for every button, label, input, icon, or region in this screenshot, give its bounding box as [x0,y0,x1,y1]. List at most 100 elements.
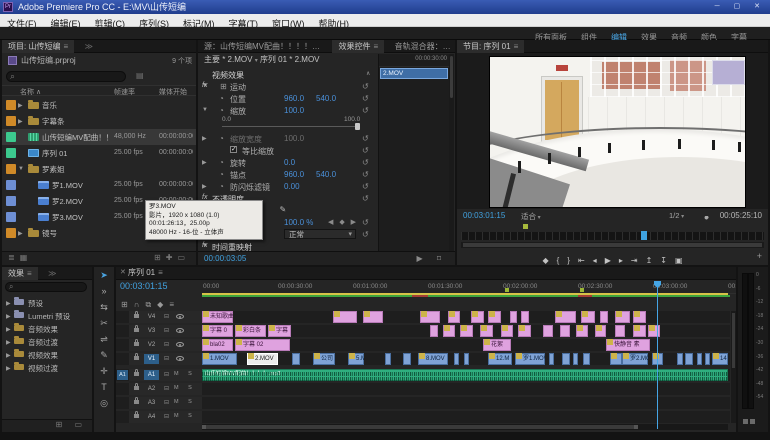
reset-icon[interactable] [362,146,369,155]
source-patch-column[interactable] [116,325,129,337]
eye-icon[interactable] [176,356,184,361]
video-clip[interactable] [583,353,590,365]
video-clip[interactable] [615,325,625,337]
program-playhead[interactable] [641,231,647,240]
video-clip[interactable] [510,311,517,323]
track-lane-A3[interactable] [202,397,730,409]
settings-wrench-icon[interactable] [703,211,711,229]
video-clip[interactable] [555,311,576,323]
video-clip[interactable]: bla02 [202,339,233,351]
effects-category[interactable]: ▶音频效果 [2,322,92,335]
video-clip[interactable] [600,311,608,323]
track-select-tool[interactable]: » [94,283,114,299]
twirl-icon[interactable]: ▶ [6,326,11,333]
source-patch-column[interactable] [116,383,129,395]
source-patch-column[interactable] [116,411,129,423]
effects-footer-icons[interactable]: ⊞ ▭ [56,420,87,429]
video-clip[interactable] [480,325,493,337]
property-value[interactable]: 960.0 [284,94,304,103]
video-clip[interactable] [521,311,529,323]
video-clip[interactable] [615,311,630,323]
track-lane-V2[interactable]: bla02字幕 02花絮快静音 素 [202,339,730,351]
reset-icon[interactable] [362,194,369,203]
step-forward-icon[interactable]: ▸ [619,254,623,265]
snap-icon[interactable]: ∩ [134,300,140,309]
mute-solo-icons[interactable]: M S [174,399,196,405]
mark-out-icon[interactable]: } [567,254,570,265]
track-header-A3[interactable]: A3⊟M S [116,397,202,409]
reset-icon[interactable] [362,182,369,191]
reset-icon[interactable] [362,82,369,91]
eye-icon[interactable] [176,342,184,347]
sync-lock-icon[interactable]: ⊟ [164,385,169,392]
reset-icon[interactable] [362,218,369,227]
video-clip[interactable] [543,325,553,337]
lock-icon[interactable] [134,400,139,404]
video-clip[interactable]: 2.MOV [247,353,278,365]
video-clip[interactable] [403,353,411,365]
project-row[interactable]: 序列 0125.00 fps00:00:00:00 [2,145,196,161]
step-back-icon[interactable]: ◂ [593,254,597,265]
twirl-icon[interactable]: ▶ [6,365,11,372]
source-patch-A1[interactable]: A1 [117,370,128,380]
lift-icon[interactable]: ↥ [646,254,653,265]
play-icon[interactable]: ▶ [605,254,611,265]
button-editor-icon[interactable]: + [757,251,762,261]
project-search-input[interactable] [6,71,126,82]
export-frame-icon[interactable]: ▣ [675,254,683,265]
video-clip[interactable] [292,353,300,365]
video-clip[interactable] [471,311,484,323]
track-target-V2[interactable]: V2 [144,340,159,350]
keyframe-nav-icons[interactable]: ◀ ◆ ▶ [328,218,358,226]
track-target-A3[interactable]: A3 [144,398,159,408]
source-patch-column[interactable]: A1 [116,369,129,381]
fit-dropdown[interactable]: 适合 [521,211,541,222]
column-framerate[interactable]: 帧速率 [114,87,135,97]
reset-icon[interactable] [362,106,369,115]
pen-tool[interactable]: ✎ [94,347,114,363]
category-name[interactable]: 音频过渡 [28,337,58,348]
video-clip[interactable] [464,353,469,365]
video-clip[interactable] [610,353,622,365]
item-name[interactable]: 音乐 [42,100,57,111]
extract-icon[interactable]: ↧ [660,254,667,265]
effect-row-锚点[interactable]: 锚点960.0540.0 [198,168,376,180]
audio-clip[interactable]: 山传短编MV配曲！！！！.mp3 [202,369,728,381]
video-clip[interactable] [518,325,531,337]
twirl-icon[interactable]: ▶ [6,352,11,359]
timeline-settings-icon[interactable]: ≡ [169,300,174,309]
label-chip[interactable] [6,164,16,174]
label-chip[interactable] [6,100,16,110]
category-name[interactable]: 视频过渡 [28,363,58,374]
collapse-icon[interactable]: ∧ [366,70,370,77]
property-value[interactable]: 0.00 [284,182,300,191]
stopwatch-icon[interactable] [219,158,224,167]
video-clip[interactable] [648,325,660,337]
video-clip[interactable] [363,311,383,323]
category-name[interactable]: Lumetri 预设 [28,311,70,322]
twirl-icon[interactable]: ▶ [202,159,207,166]
source-patch-column[interactable] [116,311,129,323]
track-target-A2[interactable]: A2 [144,384,159,394]
track-header-V4[interactable]: V4⊟ [116,311,202,323]
track-target-V1[interactable]: V1 [144,354,159,364]
view-toggle-icons[interactable]: ≣▦ [8,253,32,262]
slider-handle[interactable] [355,123,360,130]
timeline-hscrollbar[interactable] [202,424,728,430]
lock-icon[interactable] [134,386,139,390]
item-name[interactable]: 镜号 [42,228,57,239]
track-header-V3[interactable]: V3⊟ [116,325,202,337]
tab-audio-mixer[interactable]: 音轨混合器：序列 01 [389,40,455,53]
reset-icon[interactable] [362,158,369,167]
property-value[interactable]: 960.0 [284,170,304,179]
label-chip[interactable] [6,132,16,142]
item-name[interactable]: 罗1.MOV [52,180,83,191]
program-scrollbar[interactable] [461,242,764,248]
timeline-marker-icon[interactable] [580,288,584,292]
video-clip[interactable]: 罗1.MOV [V] [515,353,545,365]
tab-project[interactable]: 项目: 山传短编 [2,40,74,53]
track-lane-V4[interactable]: 未知歌曲 [202,311,730,323]
category-name[interactable]: 预设 [28,298,43,309]
reset-icon[interactable] [362,94,369,103]
twirl-icon[interactable]: ▶ [202,183,207,190]
